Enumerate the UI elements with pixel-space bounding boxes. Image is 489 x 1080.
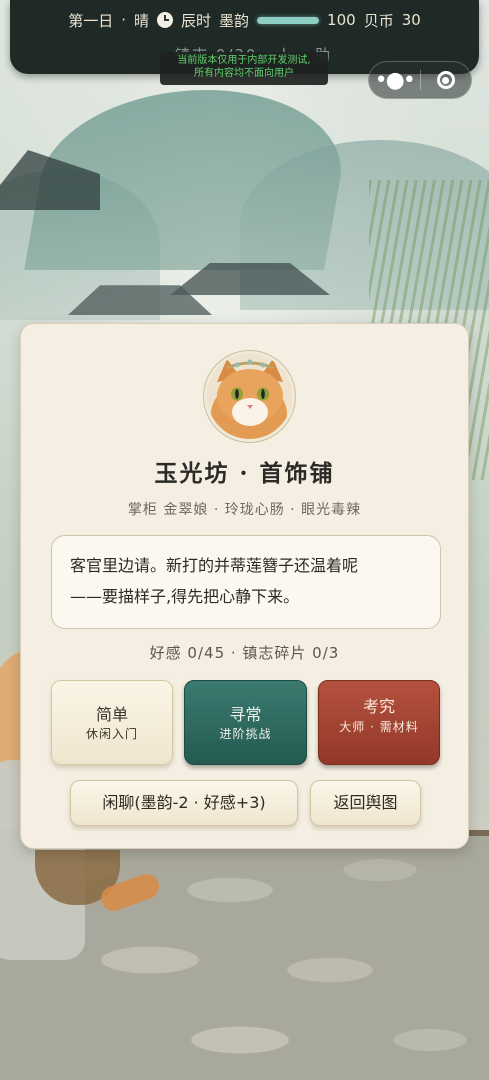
- coin-label: 贝币: [363, 11, 394, 30]
- button-title: 简单: [95, 705, 128, 724]
- dialog-line: ——要描样子,得先把心静下来。: [70, 587, 300, 606]
- chat-button[interactable]: 闲聊(墨韵-2 · 好感+3): [70, 780, 298, 826]
- weather-label: 晴: [134, 11, 150, 30]
- ink-value: 100: [327, 11, 356, 29]
- affection-stats: 好感 0/45 · 镇志碎片 0/3: [149, 644, 340, 662]
- more-dots-icon[interactable]: •●•: [369, 62, 420, 98]
- shopkeeper-subtitle: 掌柜 金翠娘 · 玲珑心肠 · 眼光毒辣: [127, 502, 362, 518]
- time-label: 辰时: [181, 11, 212, 30]
- dev-notice-banner: 当前版本仅用于内部开发测试, 所有内容均不面向用户: [160, 52, 328, 85]
- shop-title: 玉光坊 · 首饰铺: [154, 460, 335, 487]
- difficulty-normal-button[interactable]: 寻常 进阶挑战: [184, 680, 307, 765]
- difficulty-hard-button[interactable]: 考究 大师 · 需材料: [318, 680, 440, 765]
- button-subtitle: 大师 · 需材料: [339, 720, 419, 734]
- button-subtitle: 休闲入门: [85, 727, 138, 741]
- button-title: 考究: [362, 697, 395, 716]
- ink-label: 墨韵: [219, 11, 250, 30]
- back-to-map-button[interactable]: 返回舆图: [310, 780, 421, 826]
- difficulty-simple-button[interactable]: 简单 休闲入门: [51, 680, 173, 765]
- dev-notice-line1: 当前版本仅用于内部开发测试,: [177, 55, 311, 66]
- ink-progress-bar: [257, 16, 320, 24]
- shopkeeper-dialog: 客官里边请。新打的并蒂莲簪子还温着呢 ——要描样子,得先把心静下来。: [51, 535, 441, 629]
- dev-notice-line2: 所有内容均不面向用户: [194, 68, 294, 79]
- day-label: 第一日: [68, 11, 114, 30]
- clock-icon: [157, 12, 174, 28]
- shop-dialog-card: 玉光坊 · 首饰铺 掌柜 金翠娘 · 玲珑心肠 · 眼光毒辣 客官里边请。新打的…: [20, 323, 469, 849]
- miniprogram-capsule: •●•: [368, 61, 472, 99]
- dialog-line: 客官里边请。新打的并蒂莲簪子还温着呢: [70, 556, 359, 575]
- status-row: 第一日 · 晴 辰时 墨韵 100 贝币 30: [10, 9, 479, 31]
- separator: ·: [121, 11, 126, 29]
- button-subtitle: 进阶挑战: [219, 727, 272, 741]
- target-circle-icon[interactable]: [421, 62, 472, 98]
- button-title: 寻常: [229, 705, 262, 724]
- cat-shopkeeper-avatar: [204, 351, 295, 442]
- coin-value: 30: [401, 11, 421, 29]
